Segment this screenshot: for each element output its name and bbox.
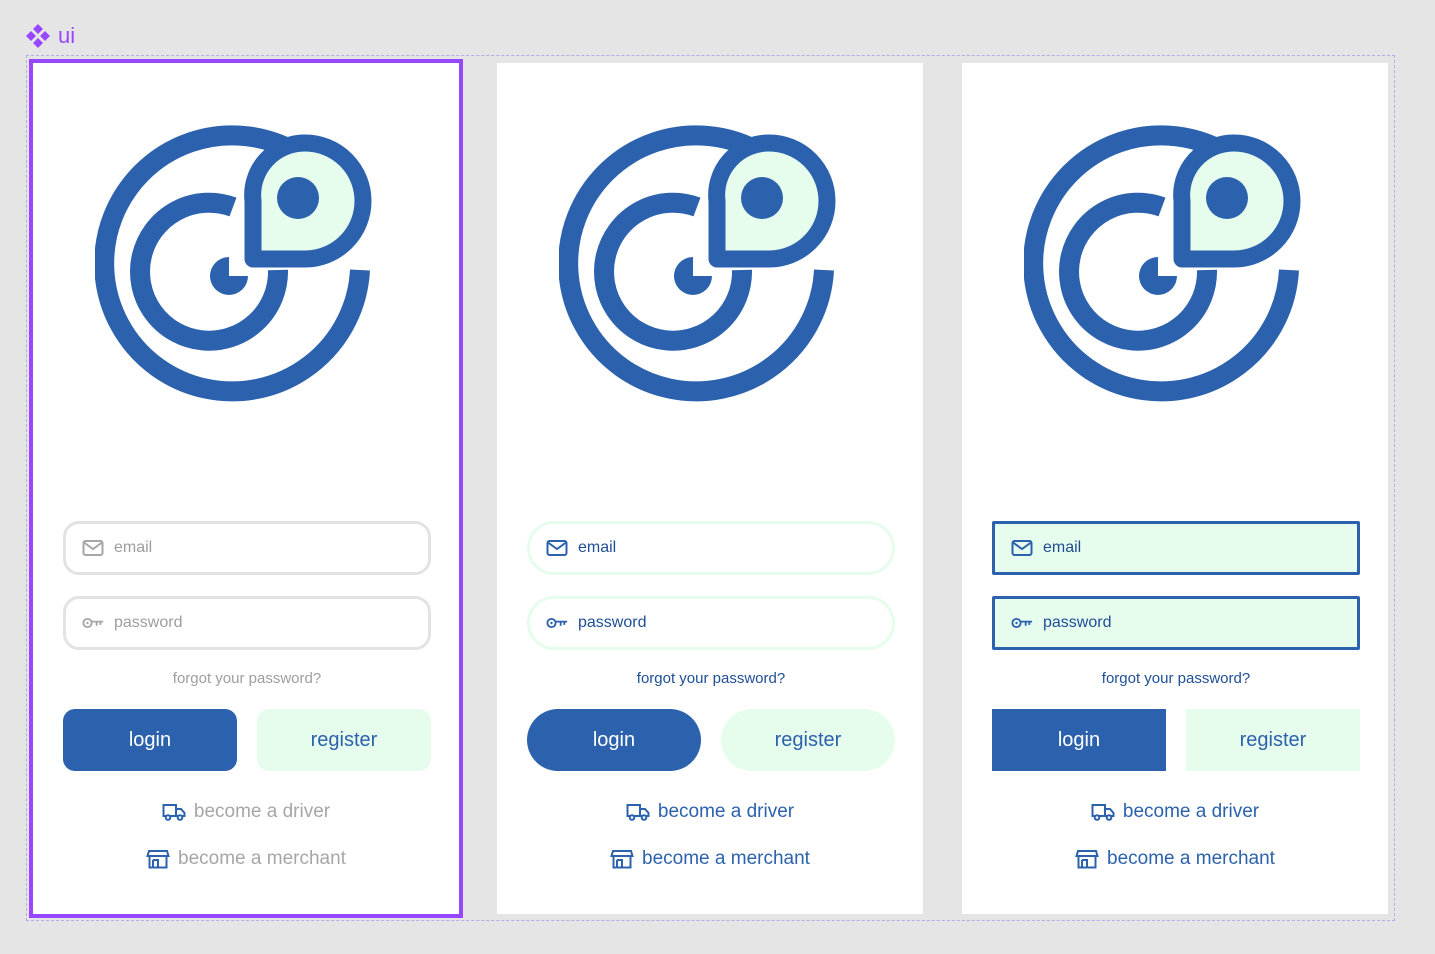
become-merchant-label: become a merchant <box>1107 848 1275 869</box>
password-placeholder: password <box>114 614 183 631</box>
become-driver-link[interactable]: become a driver <box>497 801 923 823</box>
forgot-password-link[interactable]: forgot your password? <box>992 670 1360 687</box>
store-icon <box>146 849 170 869</box>
email-placeholder: email <box>1043 539 1082 556</box>
login-button[interactable]: login <box>992 709 1166 771</box>
become-driver-link[interactable]: become a driver <box>962 801 1388 823</box>
become-merchant-link[interactable]: become a merchant <box>962 848 1388 870</box>
key-icon <box>546 614 568 632</box>
component-name: ui <box>58 23 76 48</box>
email-field[interactable]: email <box>992 521 1360 575</box>
password-field[interactable]: password <box>527 596 895 650</box>
password-field[interactable]: password <box>63 596 431 650</box>
truck-icon <box>1091 802 1115 822</box>
login-card-rounded[interactable]: email password forgot your password? log… <box>497 63 923 914</box>
become-merchant-label: become a merchant <box>642 848 810 869</box>
key-icon <box>82 614 104 632</box>
key-icon <box>1011 614 1033 632</box>
truck-icon <box>626 802 650 822</box>
component-diamond-icon <box>26 24 50 48</box>
forgot-password-link[interactable]: forgot your password? <box>527 670 895 687</box>
email-field[interactable]: email <box>63 521 431 575</box>
register-button[interactable]: register <box>1186 709 1360 771</box>
password-placeholder: password <box>1043 614 1112 631</box>
register-button[interactable]: register <box>257 709 431 771</box>
store-icon <box>1075 849 1099 869</box>
login-card-default[interactable]: email password forgot your password? log… <box>29 59 463 918</box>
email-field[interactable]: email <box>527 521 895 575</box>
become-driver-link[interactable]: become a driver <box>33 801 459 823</box>
logo-target-pin-icon <box>559 125 859 425</box>
password-field[interactable]: password <box>992 596 1360 650</box>
email-placeholder: email <box>578 539 617 556</box>
register-button[interactable]: register <box>721 709 895 771</box>
store-icon <box>610 849 634 869</box>
become-driver-label: become a driver <box>657 801 795 822</box>
logo-target-pin-icon <box>95 125 395 425</box>
mail-icon <box>82 539 104 557</box>
truck-icon <box>162 802 186 822</box>
mail-icon <box>546 539 568 557</box>
login-button[interactable]: login <box>63 709 237 771</box>
login-card-square[interactable]: email password forgot your password? log… <box>962 63 1388 914</box>
logo-target-pin-icon <box>1024 125 1324 425</box>
login-button[interactable]: login <box>527 709 701 771</box>
component-label[interactable]: ui <box>26 22 75 50</box>
email-placeholder: email <box>114 539 153 556</box>
mail-icon <box>1011 539 1033 557</box>
become-merchant-link[interactable]: become a merchant <box>497 848 923 870</box>
forgot-password-link[interactable]: forgot your password? <box>63 670 431 687</box>
become-merchant-link[interactable]: become a merchant <box>33 848 459 870</box>
become-driver-label: become a driver <box>1122 801 1260 822</box>
become-merchant-label: become a merchant <box>178 848 346 869</box>
become-driver-label: become a driver <box>193 801 331 822</box>
password-placeholder: password <box>578 614 647 631</box>
